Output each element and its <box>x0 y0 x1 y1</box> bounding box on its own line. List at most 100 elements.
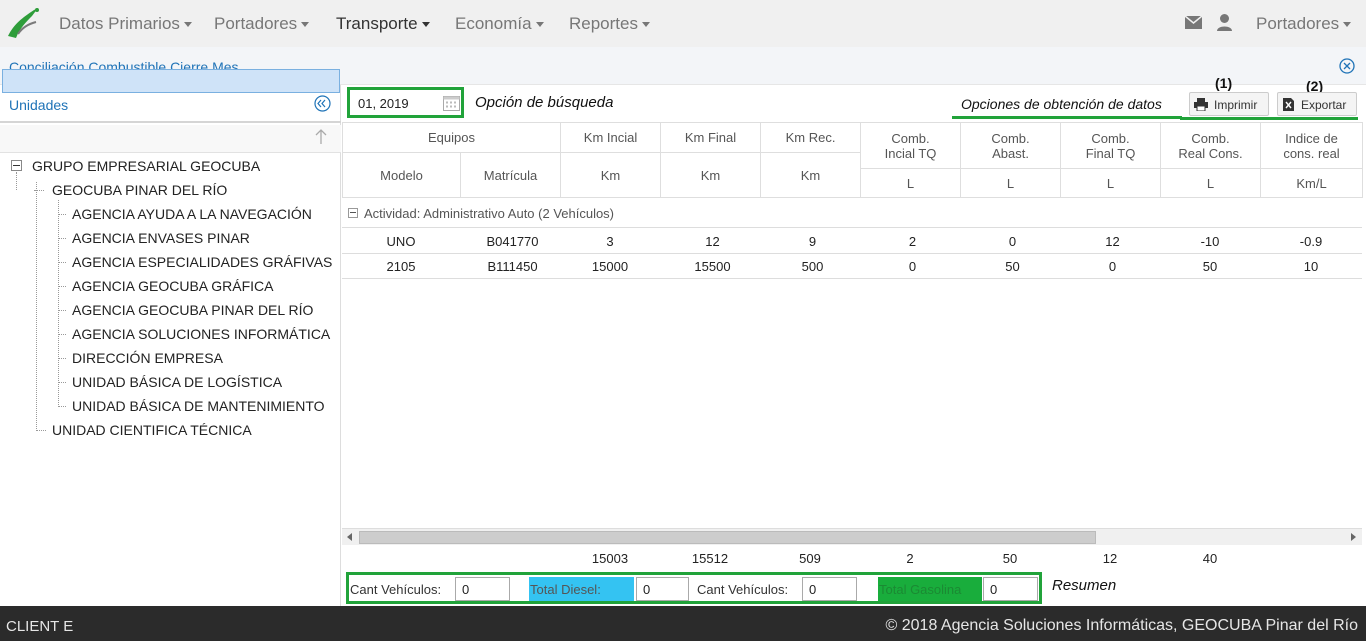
header-line: Comb. <box>1091 130 1130 146</box>
mail-icon[interactable] <box>1185 16 1202 29</box>
group-collapse-icon[interactable] <box>348 208 358 218</box>
col-header-modelo[interactable]: Modelo <box>342 152 461 198</box>
cell-indice: -0.9 <box>1299 234 1323 249</box>
horizontal-scrollbar[interactable] <box>342 528 1362 545</box>
nav-economia[interactable]: Economía <box>455 14 544 34</box>
col-header-comb-final[interactable]: Comb. Final TQ <box>1060 122 1162 169</box>
tree-node-root[interactable]: GRUPO EMPRESARIAL GEOCUBA <box>32 158 260 174</box>
calendar-icon[interactable] <box>443 95 460 111</box>
nav-transporte[interactable]: Transporte <box>336 14 430 34</box>
tree-connector <box>58 262 66 263</box>
tree-node-child[interactable]: AGENCIA GEOCUBA GRÁFICA <box>72 278 274 294</box>
total-comb-real: 40 <box>1202 551 1218 566</box>
user-menu[interactable]: Portadores <box>1256 14 1352 34</box>
col-header-km-final[interactable]: Km Final <box>660 122 762 153</box>
cant-vehiculos-gasolina-field[interactable]: 0 <box>802 577 857 601</box>
tree-node-child[interactable]: UNIDAD BÁSICA DE MANTENIMIENTO <box>72 398 325 414</box>
tree-node-child[interactable]: AGENCIA GEOCUBA PINAR DEL RÍO <box>72 302 313 318</box>
cell-comb-final: 0 <box>1108 259 1117 274</box>
header-line: Comb. <box>891 130 930 146</box>
nav-reportes[interactable]: Reportes <box>569 14 650 34</box>
total-km-final: 15512 <box>691 551 729 566</box>
tree-connector <box>36 430 46 431</box>
cell-modelo: UNO <box>386 234 416 249</box>
summary-panel: Cant Vehículos: 0 Total Diesel: 0 Cant V… <box>346 572 1042 604</box>
tree-collapse-icon[interactable] <box>11 160 22 171</box>
tree-node-branch[interactable]: GEOCUBA PINAR DEL RÍO <box>52 182 227 198</box>
cant-vehiculos-diesel-field[interactable]: 0 <box>455 577 510 601</box>
nav-portadores[interactable]: Portadores <box>214 14 310 34</box>
col-header-matricula[interactable]: Matrícula <box>459 152 562 198</box>
col-header-comb-abast[interactable]: Comb. Abast. <box>960 122 1062 169</box>
tree-connector <box>58 200 59 407</box>
group-row[interactable]: Actividad: Administrativo Auto (2 Vehícu… <box>342 198 1362 228</box>
annotation-underline <box>952 116 1182 119</box>
total-gasolina-field[interactable]: 0 <box>983 577 1038 601</box>
print-label: Imprimir <box>1214 98 1258 112</box>
total-comb-abast: 50 <box>1002 551 1018 566</box>
total-km-inicial: 15003 <box>591 551 629 566</box>
tree-connector <box>58 334 66 335</box>
tree-node-child[interactable]: AGENCIA ENVASES PINAR <box>72 230 250 246</box>
col-header-comb-inicial[interactable]: Comb. Incial TQ <box>860 122 962 169</box>
tree-node-sibling[interactable]: UNIDAD CIENTIFICA TÉCNICA <box>52 422 252 438</box>
tree-sort-header[interactable] <box>0 125 341 153</box>
print-annotation-number: (1) <box>1215 75 1233 91</box>
table-row[interactable]: UNO B041770 3 12 9 2 0 12 -10 -0.9 <box>342 229 1362 254</box>
cell-matricula: B111450 <box>487 259 538 274</box>
scrollbar-thumb[interactable] <box>359 531 1096 544</box>
cell-comb-abast: 0 <box>1008 234 1017 249</box>
table-row[interactable]: 2105 B111450 15000 15500 500 0 50 0 50 1… <box>342 254 1362 279</box>
caret-down-icon <box>301 22 310 28</box>
cell-km-inicial: 15000 <box>591 259 629 274</box>
tree-node-child[interactable]: AGENCIA ESPECIALIDADES GRÁFIVAS <box>72 254 332 270</box>
unit-kml: Km/L <box>1260 168 1364 198</box>
unit-l: L <box>1060 168 1162 198</box>
cell-comb-inicial: 2 <box>908 234 917 249</box>
tree-node-child[interactable]: DIRECCIÓN EMPRESA <box>72 350 223 366</box>
footer-copyright: © 2018 Agencia Soluciones Informáticas, … <box>885 617 1358 634</box>
cell-km-final: 12 <box>705 234 720 249</box>
col-header-km-inicial[interactable]: Km Incial <box>560 122 662 153</box>
collapse-panel-icon[interactable] <box>314 95 331 112</box>
col-header-indice[interactable]: Indice de cons. real <box>1260 122 1364 169</box>
sort-up-icon[interactable] <box>314 128 328 146</box>
user-icon[interactable] <box>1217 14 1232 31</box>
caret-down-icon <box>183 22 192 28</box>
cell-km-rec: 500 <box>801 259 824 274</box>
cell-indice: 10 <box>1303 259 1319 274</box>
cell-comb-real: 50 <box>1202 259 1218 274</box>
app-logo-icon[interactable] <box>4 4 44 42</box>
print-button[interactable]: Imprimir <box>1189 92 1269 116</box>
tree-node-child[interactable]: AGENCIA SOLUCIONES INFORMÁTICA <box>72 326 330 342</box>
total-gasolina-label: Total Gasolina <box>878 577 982 601</box>
total-diesel-label: Total Diesel: <box>529 577 634 601</box>
nav-label: Economía <box>455 14 532 33</box>
search-annotation: Opción de búsqueda <box>475 94 614 111</box>
header-line: Final TQ <box>1085 145 1136 161</box>
close-icon[interactable] <box>1339 58 1355 74</box>
nav-label: Portadores <box>214 14 298 33</box>
scroll-left-icon[interactable] <box>347 533 352 541</box>
cell-comb-final: 12 <box>1105 234 1120 249</box>
header-line: Indice de <box>1285 130 1338 146</box>
header-line: Comb. <box>991 130 1030 146</box>
unit-l: L <box>860 168 962 198</box>
col-header-equipos[interactable]: Equipos <box>341 122 562 153</box>
tree-node-child[interactable]: AGENCIA AYUDA A LA NAVEGACIÓN <box>72 206 312 222</box>
excel-file-icon <box>1283 98 1294 111</box>
tree-node-child[interactable]: UNIDAD BÁSICA DE LOGÍSTICA <box>72 374 282 390</box>
export-button[interactable]: Exportar <box>1277 92 1357 116</box>
scroll-right-icon[interactable] <box>1351 533 1356 541</box>
cant-vehiculos-gasolina-label: Cant Vehículos: <box>697 582 789 597</box>
nav-datos-primarios[interactable]: Datos Primarios <box>59 14 192 34</box>
col-header-km-rec[interactable]: Km Rec. <box>760 122 862 153</box>
month-year-picker[interactable]: 01, 2019 <box>347 87 464 118</box>
col-header-comb-real[interactable]: Comb. Real Cons. <box>1160 122 1262 169</box>
caret-down-icon <box>1343 22 1352 28</box>
tree-node-selected[interactable] <box>2 69 340 93</box>
total-diesel-field[interactable]: 0 <box>636 577 689 601</box>
tree-connector <box>36 182 37 431</box>
printer-icon <box>1194 98 1208 111</box>
unit-km: Km <box>560 152 662 198</box>
